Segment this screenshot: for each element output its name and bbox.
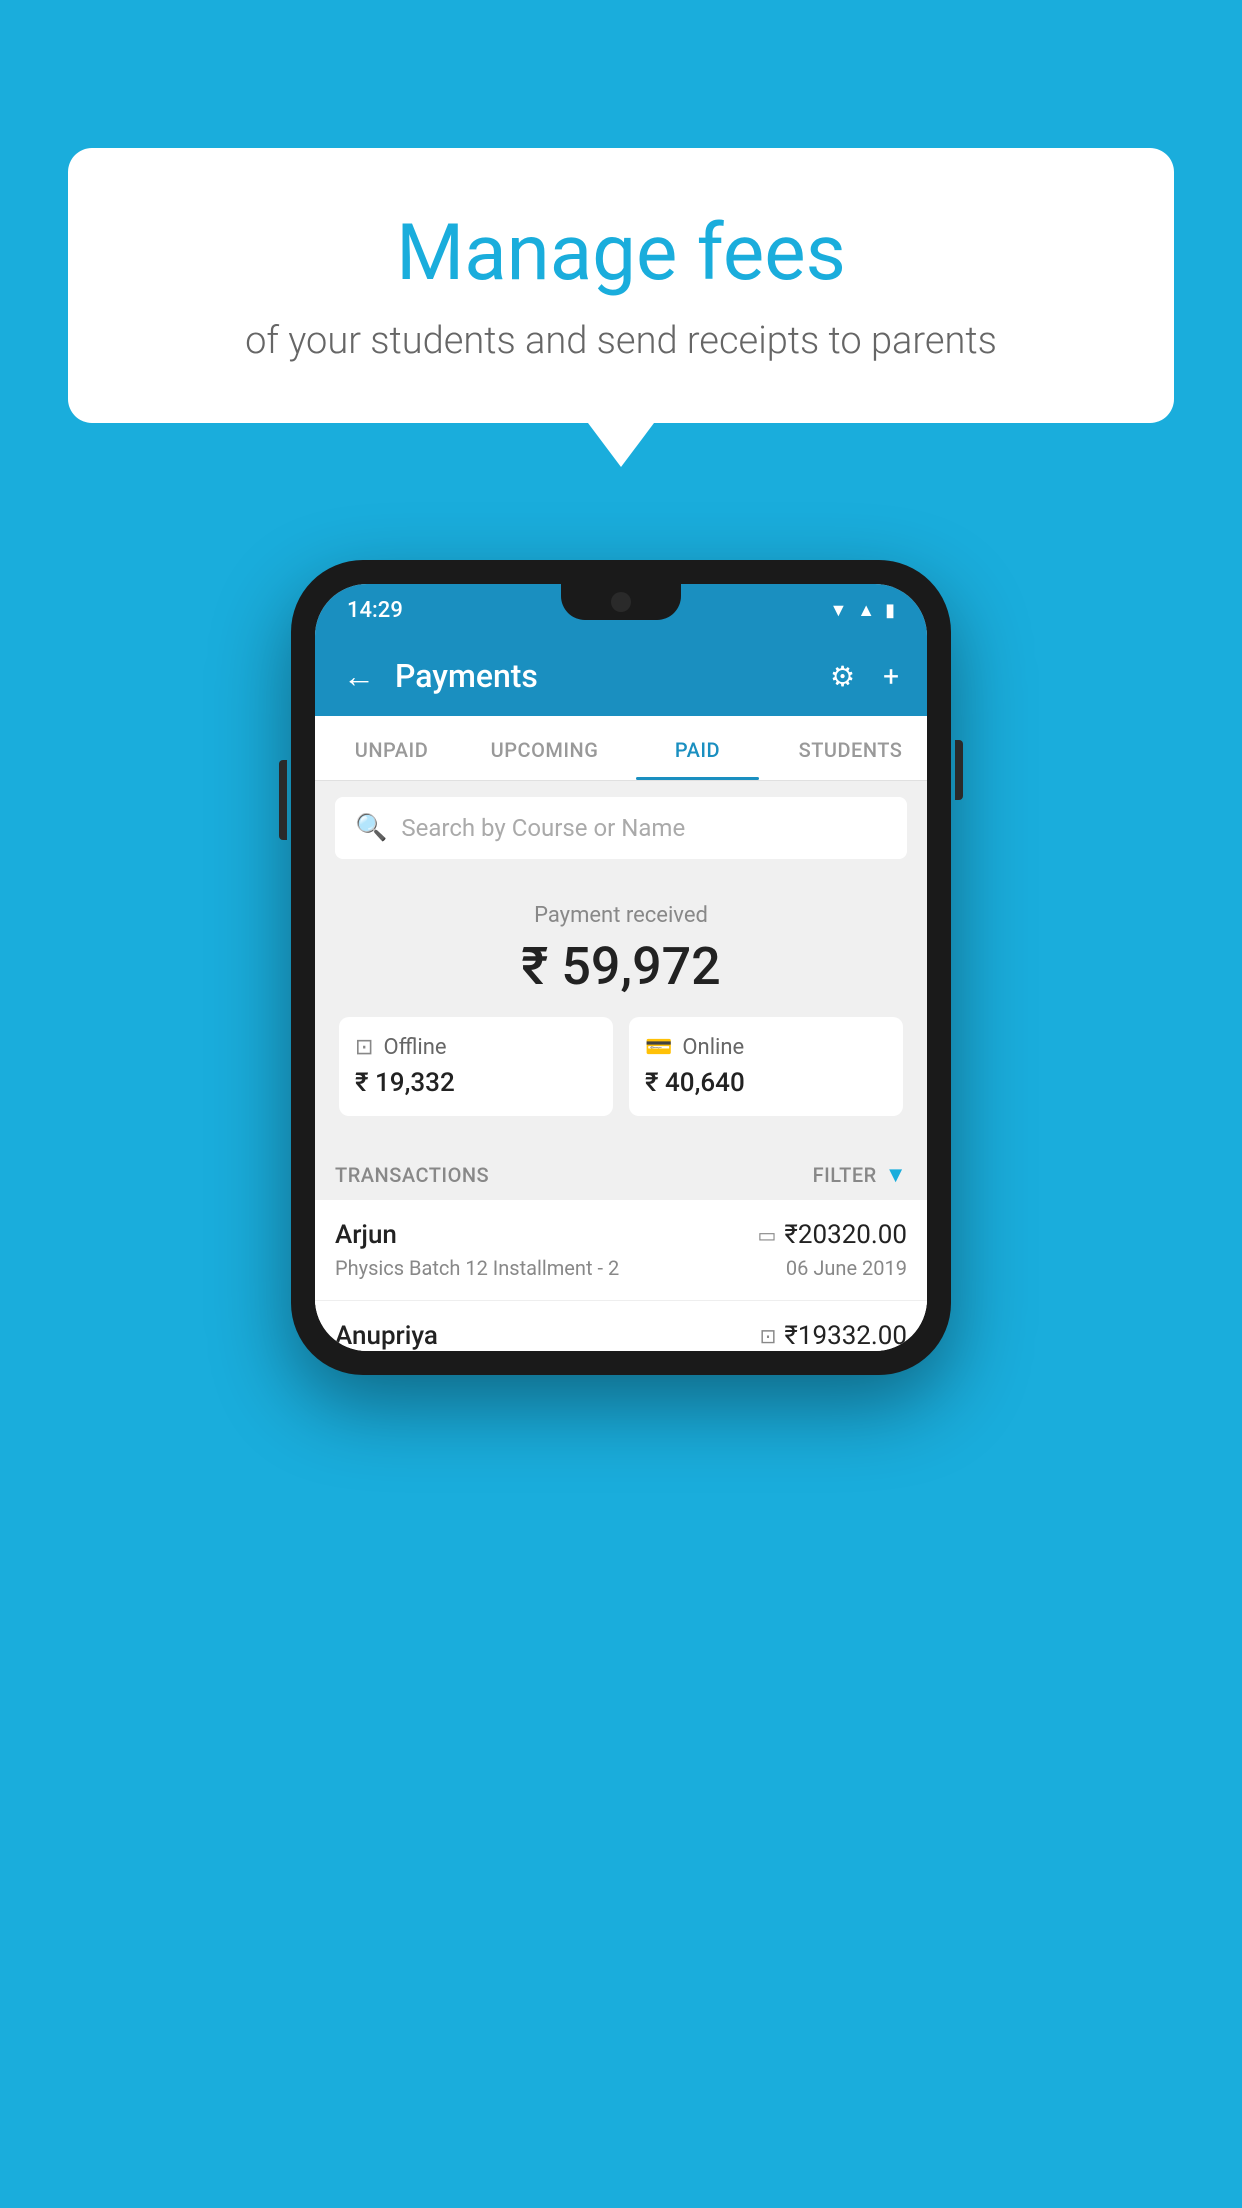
app-header: ← Payments ⚙ + (315, 636, 927, 716)
transaction-list: Arjun ▭ ₹20320.00 Physics Batch 12 Insta… (315, 1200, 927, 1351)
tooltip-subtitle: of your students and send receipts to pa… (118, 319, 1124, 363)
transactions-header: TRANSACTIONS FILTER ▼ (315, 1144, 927, 1200)
search-bar[interactable]: 🔍 Search by Course or Name (335, 797, 907, 859)
phone-camera (611, 592, 631, 612)
header-title: Payments (395, 657, 802, 695)
search-icon: 🔍 (355, 813, 387, 843)
payment-cards: ⊡ Offline ₹ 19,332 💳 Online ₹ 40,640 (335, 1017, 907, 1124)
phone-mockup: 14:29 ▼ ▲ ▮ ← Payments ⚙ + (291, 560, 951, 1375)
wifi-icon: ▼ (829, 600, 847, 621)
phone-notch (561, 584, 681, 620)
tooltip-title: Manage fees (118, 208, 1124, 299)
filter-label: FILTER (813, 1163, 877, 1187)
status-time: 14:29 (347, 598, 403, 623)
table-row[interactable]: Anupriya ⊡ ₹19332.00 (315, 1301, 927, 1351)
search-container: 🔍 Search by Course or Name (315, 781, 927, 875)
status-icons: ▼ ▲ ▮ (829, 600, 895, 621)
tab-students[interactable]: STUDENTS (774, 716, 927, 780)
payment-summary: Payment received ₹ 59,972 ⊡ Offline ₹ 19… (315, 875, 927, 1144)
phone-power-button (955, 740, 963, 800)
battery-icon: ▮ (885, 600, 895, 621)
transaction-name: Arjun (335, 1220, 397, 1250)
online-icon: 💳 (645, 1035, 672, 1060)
offline-label: Offline (383, 1035, 446, 1060)
transaction-date: 06 June 2019 (786, 1256, 907, 1280)
offline-card: ⊡ Offline ₹ 19,332 (339, 1017, 613, 1116)
phone-volume-button (279, 760, 287, 840)
amount-wrap: ⊡ ₹19332.00 (760, 1321, 907, 1351)
payment-received-label: Payment received (335, 903, 907, 928)
online-payment-icon: ▭ (758, 1223, 777, 1247)
back-button[interactable]: ← (343, 657, 375, 695)
online-card: 💳 Online ₹ 40,640 (629, 1017, 903, 1116)
tooltip-card: Manage fees of your students and send re… (68, 148, 1174, 423)
online-label: Online (682, 1035, 744, 1060)
tabs-bar: UNPAID UPCOMING PAID STUDENTS (315, 716, 927, 781)
table-row[interactable]: Arjun ▭ ₹20320.00 Physics Batch 12 Insta… (315, 1200, 927, 1301)
tab-unpaid[interactable]: UNPAID (315, 716, 468, 780)
transaction-course: Physics Batch 12 Installment - 2 (335, 1256, 619, 1280)
offline-amount: ₹ 19,332 (355, 1068, 455, 1098)
amount-wrap: ▭ ₹20320.00 (758, 1220, 908, 1250)
phone-screen: 14:29 ▼ ▲ ▮ ← Payments ⚙ + (315, 584, 927, 1351)
offline-payment-icon: ⊡ (760, 1324, 777, 1348)
tab-paid[interactable]: PAID (621, 716, 774, 780)
payment-amount: ₹ 59,972 (335, 936, 907, 997)
offline-icon: ⊡ (355, 1035, 373, 1060)
transaction-amount: ₹19332.00 (784, 1321, 907, 1351)
filter-button[interactable]: FILTER ▼ (813, 1162, 907, 1188)
transaction-name: Anupriya (335, 1321, 438, 1351)
filter-icon: ▼ (885, 1162, 907, 1188)
search-placeholder: Search by Course or Name (401, 814, 685, 842)
settings-icon[interactable]: ⚙ (830, 660, 855, 693)
add-icon[interactable]: + (883, 660, 899, 693)
transaction-amount: ₹20320.00 (784, 1220, 907, 1250)
online-amount: ₹ 40,640 (645, 1068, 745, 1098)
signal-icon: ▲ (857, 600, 875, 621)
transactions-label: TRANSACTIONS (335, 1163, 489, 1187)
tab-upcoming[interactable]: UPCOMING (468, 716, 621, 780)
